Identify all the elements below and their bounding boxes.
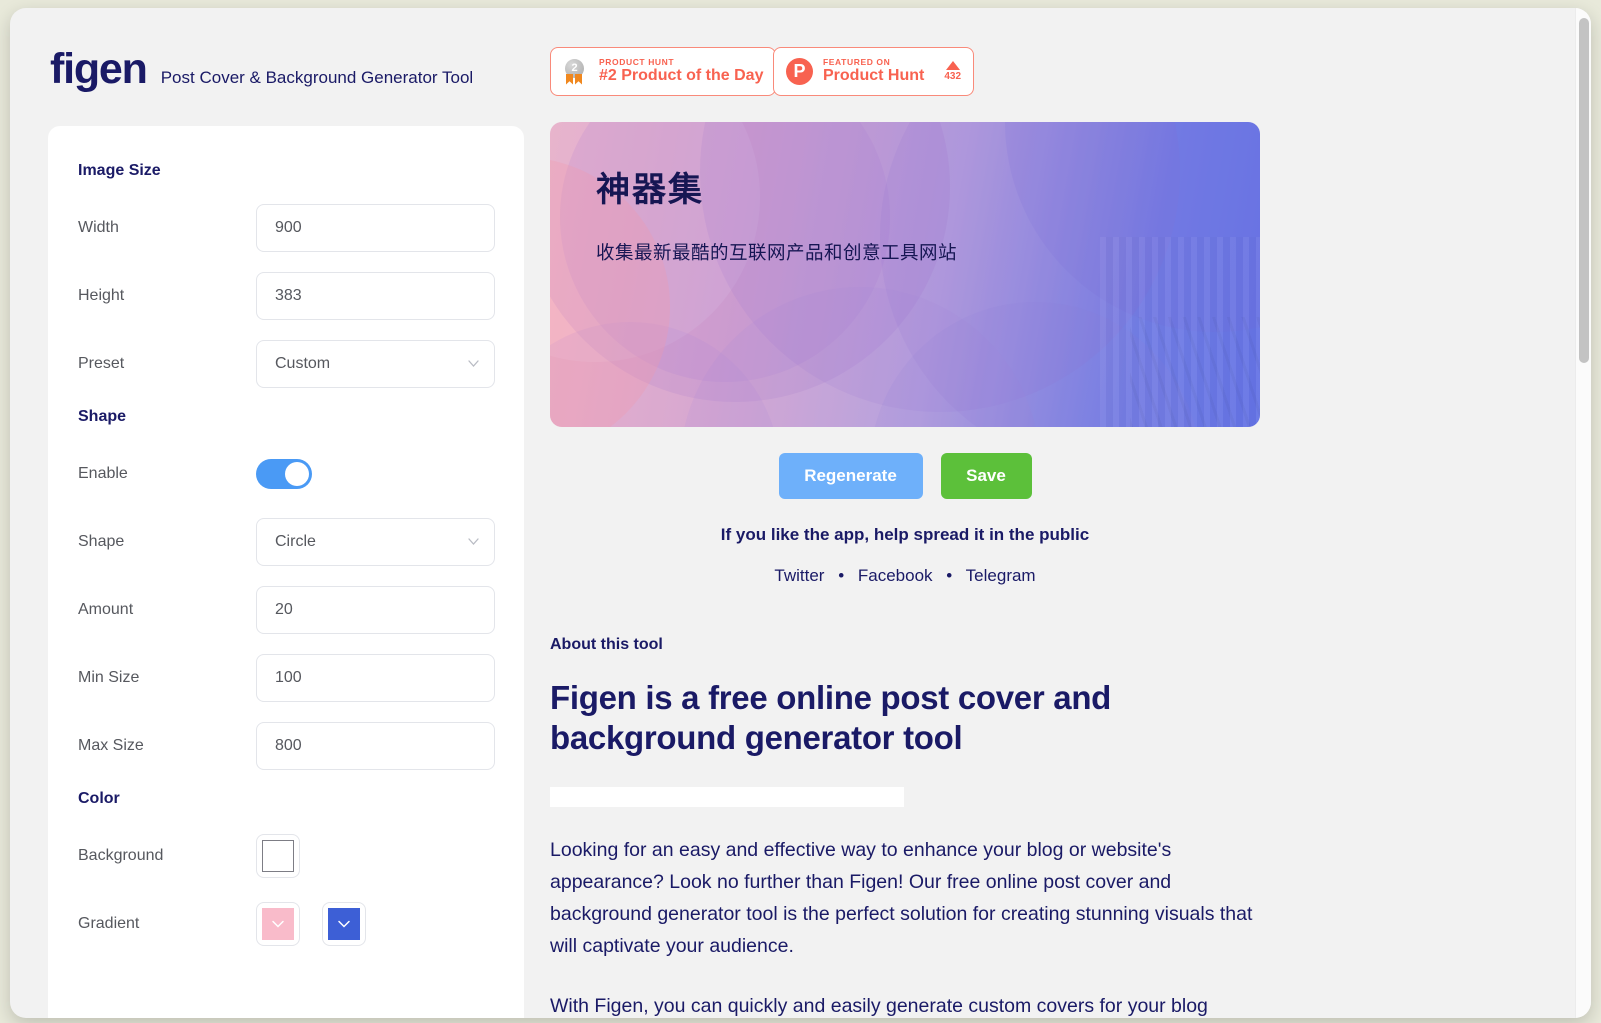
field-shape-type: Shape Circle (78, 518, 495, 566)
upvote-arrow-icon (945, 61, 960, 70)
gradient-end-chip (328, 908, 360, 940)
product-hunt-icon: P (786, 58, 813, 85)
badge-text-group: FEATURED ON Product Hunt (823, 57, 924, 86)
action-buttons: Regenerate Save (550, 453, 1260, 499)
scrollbar-thumb[interactable] (1579, 18, 1589, 363)
about-this-tool-label: About this tool (550, 636, 663, 653)
about-heading: Figen is a free online post cover and ba… (550, 679, 1112, 756)
browser-window: figen Post Cover & Background Generator … (10, 8, 1591, 1018)
medal-2-icon: 2 (563, 58, 589, 85)
toggle-knob (285, 462, 309, 486)
badge-main-label: #2 Product of the Day (599, 67, 764, 85)
share-separator: • (838, 566, 845, 585)
badge-product-of-the-day[interactable]: 2 PRODUCT HUNT #2 Product of the Day (550, 47, 777, 96)
app-tagline: Post Cover & Background Generator Tool (160, 68, 474, 87)
section-title-color: Color (78, 790, 120, 807)
badge-kicker: FEATURED ON (823, 57, 891, 68)
background-color-chip (262, 840, 294, 872)
badge-text-group: PRODUCT HUNT #2 Product of the Day (599, 57, 763, 86)
settings-panel: Image Size Width Height Preset Custom (48, 126, 524, 1018)
texture-stripes (1130, 317, 1260, 427)
label-min-size: Min Size (78, 669, 140, 686)
label-background: Background (78, 847, 164, 864)
about-paragraph-2: With Figen, you can quickly and easily g… (550, 995, 1208, 1018)
label-shape: Shape (78, 533, 125, 550)
chevron-down-icon (272, 920, 284, 928)
save-button[interactable]: Save (940, 453, 1032, 499)
page-header: figen Post Cover & Background Generator … (10, 8, 1575, 118)
preview-subtitle: 收集最新最酷的互联网产品和创意工具网站 (596, 241, 958, 263)
regenerate-button[interactable]: Regenerate (778, 453, 923, 499)
ad-placeholder (550, 787, 904, 808)
label-height: Height (78, 287, 125, 304)
main-column: 神器集 收集最新最酷的互联网产品和创意工具网站 Regenerate Save … (550, 122, 1539, 1018)
section-title-shape: Shape (78, 408, 127, 425)
preset-select[interactable]: Custom (256, 340, 495, 388)
field-amount: Amount (78, 586, 495, 634)
width-input[interactable] (256, 204, 495, 252)
spread-the-word-text: If you like the app, help spread it in t… (720, 525, 1090, 544)
share-facebook-link[interactable]: Facebook (858, 566, 933, 585)
field-gradient-colors: Gradient (78, 900, 494, 948)
cover-preview-canvas[interactable]: 神器集 收集最新最酷的互联网产品和创意工具网站 (550, 122, 1260, 427)
share-links: Twitter • Facebook • Telegram (550, 566, 1260, 586)
page-scrollbar[interactable] (1575, 8, 1591, 1018)
shape-enable-toggle[interactable] (256, 459, 312, 489)
label-gradient: Gradient (78, 915, 140, 932)
label-amount: Amount (78, 601, 134, 618)
label-enable: Enable (78, 465, 128, 482)
preview-text-group: 神器集 收集最新最酷的互联网产品和创意工具网站 (596, 170, 957, 265)
preview-title: 神器集 (596, 171, 704, 209)
gradient-start-swatch[interactable] (256, 902, 300, 946)
chevron-down-icon (338, 920, 350, 928)
max-size-input[interactable] (256, 722, 495, 770)
amount-input[interactable] (256, 586, 495, 634)
section-title-image-size: Image Size (78, 162, 161, 179)
badge-kicker: PRODUCT HUNT (599, 57, 675, 68)
app-logo: figen (50, 45, 148, 93)
shape-select[interactable]: Circle (256, 518, 495, 566)
min-size-input[interactable] (256, 654, 495, 702)
field-min-size: Min Size (78, 654, 495, 702)
badge-main-label: Product Hunt (823, 67, 925, 85)
gradient-end-swatch[interactable] (322, 902, 366, 946)
field-height: Height (78, 272, 495, 320)
label-width: Width (78, 219, 119, 236)
about-paragraph-1: Looking for an easy and effective way to… (550, 839, 1253, 958)
upvote-group[interactable]: 432 (944, 61, 961, 82)
share-twitter-link[interactable]: Twitter (774, 566, 824, 585)
upvote-count: 432 (944, 71, 962, 82)
height-input[interactable] (256, 272, 495, 320)
label-max-size: Max Size (78, 737, 144, 754)
field-preset: Preset Custom (78, 340, 495, 388)
label-preset: Preset (78, 355, 125, 372)
gradient-start-chip (262, 908, 294, 940)
field-shape-enable: Enable (78, 450, 494, 498)
share-separator: • (946, 566, 953, 585)
field-background-color: Background (78, 832, 494, 880)
field-max-size: Max Size (78, 722, 495, 770)
badge-featured-on-product-hunt[interactable]: P FEATURED ON Product Hunt 432 (773, 47, 975, 96)
share-telegram-link[interactable]: Telegram (966, 566, 1036, 585)
brand: figen Post Cover & Background Generator … (50, 48, 473, 91)
field-width: Width (78, 204, 495, 252)
page-content: figen Post Cover & Background Generator … (10, 8, 1575, 1018)
background-color-swatch[interactable] (256, 834, 300, 878)
